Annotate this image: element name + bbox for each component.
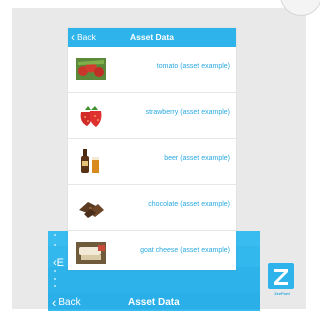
asset-list: tomato (asset example) strawberry (asset… bbox=[68, 47, 236, 270]
list-item-tomato[interactable]: tomato (asset example) bbox=[68, 47, 236, 93]
tomato-image bbox=[76, 54, 106, 84]
item-label: goat cheese (asset example) bbox=[140, 247, 230, 254]
list-item-chocolate[interactable]: chocolate (asset example) bbox=[68, 185, 236, 231]
goat-cheese-image bbox=[76, 238, 106, 268]
list-item-strawberry[interactable]: strawberry (asset example) bbox=[68, 93, 236, 139]
ghost-back-button[interactable]: ‹E bbox=[53, 257, 64, 269]
beer-image bbox=[76, 146, 106, 176]
chocolate-image bbox=[76, 192, 106, 222]
list-item-goat-cheese[interactable]: goat cheese (asset example) bbox=[68, 231, 236, 270]
logo-caption: ZeeFont bbox=[274, 291, 290, 296]
stacked-back-label: Back bbox=[58, 297, 81, 308]
nav-bar: ‹ Back Asset Data bbox=[68, 28, 236, 47]
strawberry-image bbox=[76, 100, 106, 130]
stacked-screen-title: Asset Data bbox=[128, 297, 180, 308]
ghost-back-label: E bbox=[56, 257, 65, 269]
stacked-back-button[interactable]: ‹ Back bbox=[52, 294, 81, 310]
page-title: Asset Data bbox=[130, 32, 174, 42]
item-label: chocolate (asset example) bbox=[148, 201, 230, 208]
item-label: beer (asset example) bbox=[164, 155, 230, 162]
list-item-beer[interactable]: beer (asset example) bbox=[68, 139, 236, 185]
item-label: tomato (asset example) bbox=[156, 63, 230, 70]
zeefont-logo bbox=[268, 263, 294, 293]
item-label: strawberry (asset example) bbox=[145, 109, 230, 116]
chevron-left-icon: ‹ bbox=[52, 294, 57, 310]
asset-data-screen: ‹ Back Asset Data tomato (asset example) bbox=[68, 28, 236, 270]
